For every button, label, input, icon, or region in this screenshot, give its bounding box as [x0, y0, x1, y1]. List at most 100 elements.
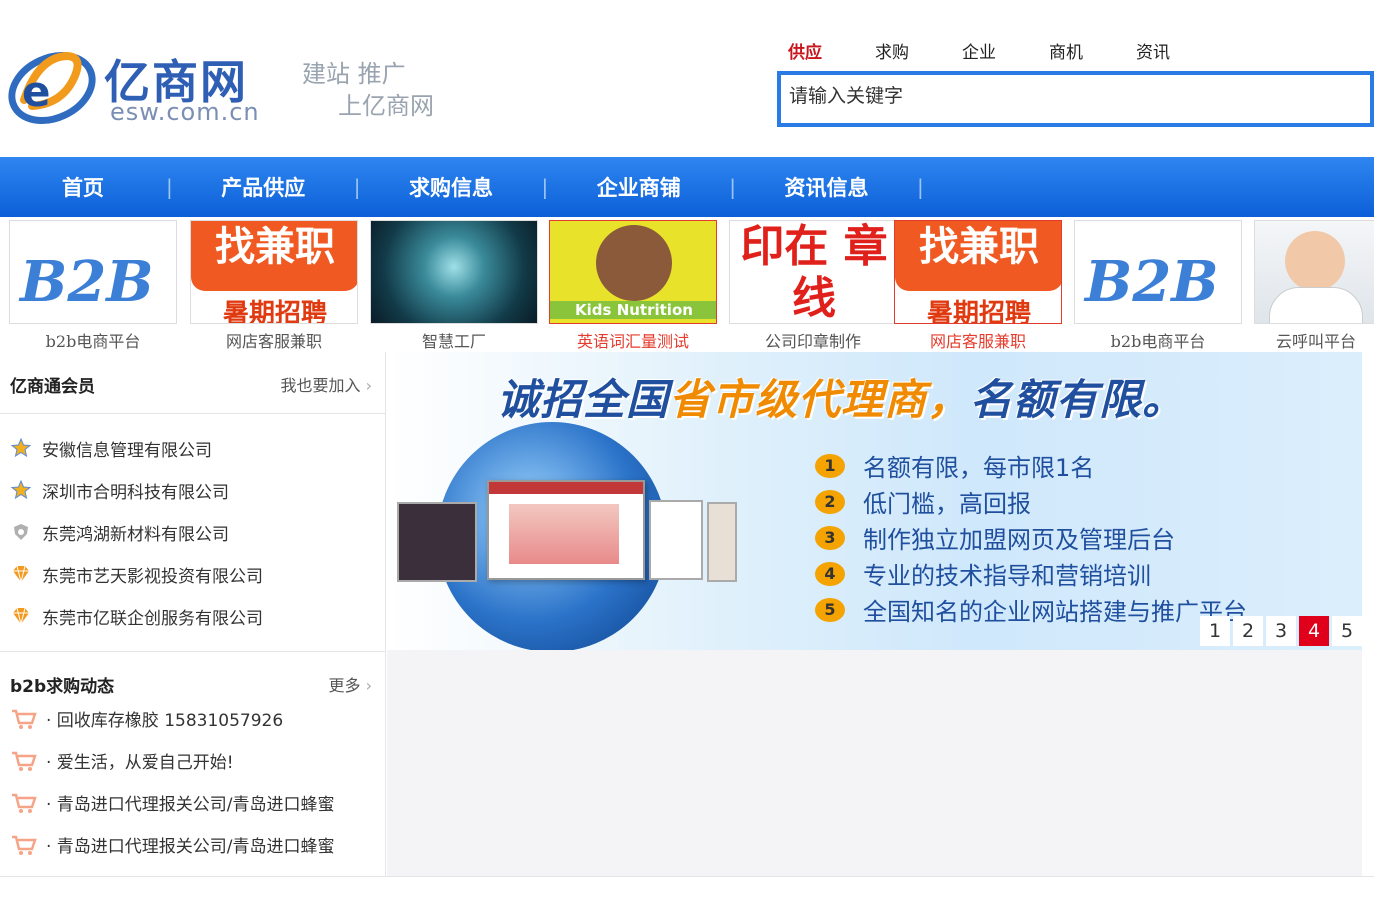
thumb-image-job: 找兼职 暑期招聘: [894, 220, 1062, 324]
nav-purchase[interactable]: 求购信息: [361, 172, 542, 202]
bullet-text: 制作独立加盟网页及管理后台: [863, 526, 1175, 554]
pager-page-5[interactable]: 5: [1332, 616, 1362, 646]
thumb-caption: 网店客服兼职: [225, 332, 322, 351]
nav-home[interactable]: 首页: [0, 172, 166, 202]
website-screenshot-image: [649, 500, 703, 580]
sidebar: 亿商通会员 我也要加入 › 安徽信息管理有限公司 深圳市合明科技有限公司 东莞鸿…: [0, 352, 386, 877]
search-tab-purchase[interactable]: 求购: [875, 38, 962, 63]
banner-bullet: 1 名额有限，每市限1名: [815, 448, 1094, 483]
content-placeholder: [387, 650, 1362, 877]
purchase-text: · 爱生活，从爱自己开始!: [46, 753, 234, 773]
thumb-text: Kids Nutrition: [550, 301, 716, 319]
thumb-caption: b2b电商平台: [1110, 332, 1206, 351]
slogan-line-1: 建站 推广: [302, 60, 406, 88]
bullet-text: 专业的技术指导和营销培训: [863, 562, 1151, 590]
logo-domain: esw.com.cn: [110, 98, 260, 126]
banner-bullet: 3 制作独立加盟网页及管理后台: [815, 520, 1175, 555]
banner-bullet: 4 专业的技术指导和营销培训: [815, 556, 1151, 591]
thumb-item[interactable]: Kids Nutrition 英语词汇量测试: [549, 220, 717, 351]
purchase-item[interactable]: · 青岛进口代理报关公司/青岛进口蜂蜜: [10, 832, 335, 857]
nav-separator: |: [353, 175, 361, 199]
purchase-text: · 青岛进口代理报关公司/青岛进口蜂蜜: [46, 837, 335, 857]
more-link[interactable]: 更多 ›: [328, 672, 372, 696]
diamond-icon: [13, 565, 29, 583]
thumb-image-job: 找兼职 暑期招聘: [190, 220, 358, 324]
thumb-item[interactable]: B2B b2b电商平台: [9, 220, 177, 351]
thumb-item[interactable]: 云呼叫平台: [1254, 220, 1374, 350]
bullet-text: 名额有限，每市限1名: [863, 454, 1095, 482]
divider: [0, 876, 1374, 877]
member-name: 安徽信息管理有限公司: [42, 440, 212, 461]
search-tab-opportunity[interactable]: 商机: [1049, 38, 1136, 63]
members-title: 亿商通会员: [10, 377, 95, 397]
shopping-cart-icon: [12, 835, 37, 855]
purchase-text: · 回收库存橡胶 15831057926: [46, 711, 284, 731]
operator-body-icon: [1269, 287, 1363, 323]
gold-medal-icon: [10, 437, 32, 458]
screenshot-hero: [509, 504, 619, 564]
pager-page-1[interactable]: 1: [1200, 616, 1230, 646]
thumb-subtext: 暑期招聘: [222, 299, 327, 324]
search-input[interactable]: [789, 80, 1349, 114]
shopping-cart-icon: [12, 793, 37, 813]
thumb-text: 印在 章线: [740, 221, 888, 324]
nav-shops[interactable]: 企业商铺: [548, 172, 729, 202]
thumb-text: B2B: [20, 249, 154, 315]
more-label: 更多: [328, 676, 361, 695]
thumb-item[interactable]: 找兼职 暑期招聘 网店客服兼职: [894, 220, 1062, 351]
chevron-right-icon: ›: [365, 376, 372, 395]
site-logo[interactable]: e 亿商网 esw.com.cn: [4, 38, 264, 128]
thumb-image-stamp: 印在 章线: [729, 220, 897, 324]
operator-face-icon: [1285, 231, 1345, 291]
thumb-image-kids: Kids Nutrition: [549, 220, 717, 324]
bullet-number: 1: [815, 453, 845, 478]
member-item[interactable]: 深圳市合明科技有限公司: [10, 475, 229, 505]
main-nav: 首页 | 产品供应 | 求购信息 | 企业商铺 | 资讯信息 |: [0, 157, 1374, 217]
purchase-item[interactable]: · 回收库存橡胶 15831057926: [10, 706, 283, 731]
purchase-item[interactable]: · 青岛进口代理报关公司/青岛进口蜂蜜: [10, 790, 335, 815]
search-tab-news[interactable]: 资讯: [1136, 38, 1223, 63]
bullet-number: 2: [815, 489, 845, 514]
member-item[interactable]: 安徽信息管理有限公司: [10, 433, 212, 463]
search-tab-supply[interactable]: 供应: [788, 38, 875, 63]
thumb-text: B2B: [1085, 249, 1219, 315]
join-link[interactable]: 我也要加入 ›: [280, 372, 372, 396]
pager-page-4[interactable]: 4: [1299, 616, 1329, 646]
purchase-item[interactable]: · 爱生活，从爱自己开始!: [10, 748, 234, 773]
thumb-caption: 网店客服兼职: [929, 332, 1026, 351]
nav-news[interactable]: 资讯信息: [736, 172, 917, 202]
nav-separator: |: [917, 175, 924, 199]
banner-pager: 1 2 3 4 5: [1197, 616, 1362, 646]
pager-page-3[interactable]: 3: [1266, 616, 1296, 646]
nav-products[interactable]: 产品供应: [173, 172, 354, 202]
thumb-item[interactable]: B2B b2b电商平台: [1074, 220, 1242, 351]
promo-banner[interactable]: 诚招全国省市级代理商，名额有限。 1 名额有限，每市限1名 2 低门槛，高回报 3制…: [387, 352, 1362, 650]
search-tab-company[interactable]: 企业: [962, 38, 1049, 63]
bullet-number: 4: [815, 561, 845, 586]
thumb-image-b2b: B2B: [9, 220, 177, 324]
member-name: 深圳市合明科技有限公司: [42, 482, 229, 503]
banner-title: 诚招全国省市级代理商，名额有限。: [497, 366, 1185, 427]
search-tabs: 供应 求购 企业 商机 资讯: [788, 38, 1223, 63]
svg-text:e: e: [22, 67, 51, 116]
website-screenshot-image: [707, 502, 737, 582]
pager-page-2[interactable]: 2: [1233, 616, 1263, 646]
thumb-item[interactable]: 找兼职 暑期招聘 网店客服兼职: [190, 220, 358, 351]
thumb-text: 找兼职: [191, 221, 357, 291]
bullet-number: 3: [815, 525, 845, 550]
thumb-item[interactable]: 智慧工厂: [370, 220, 538, 351]
thumb-text: 找兼职: [895, 221, 1061, 291]
bullet-number: 5: [815, 597, 845, 622]
member-item[interactable]: 东莞市亿联企创服务有限公司: [10, 601, 263, 631]
member-name: 东莞市亿联企创服务有限公司: [42, 608, 263, 629]
member-name: 东莞市艺天影视投资有限公司: [42, 566, 263, 587]
member-item[interactable]: 东莞鸿湖新材料有限公司: [10, 517, 229, 547]
thumb-item[interactable]: 印在 章线 公司印章制作: [729, 220, 897, 351]
banner-title-part: 名额有限。: [970, 375, 1186, 424]
shopping-cart-icon: [12, 751, 37, 771]
website-screenshot-image: [397, 502, 477, 582]
purchases-header: b2b求购动态 更多 ›: [0, 651, 386, 701]
member-item[interactable]: 东莞市艺天影视投资有限公司: [10, 559, 263, 589]
search-box: [777, 71, 1374, 127]
thumb-image-callcenter: [1254, 220, 1374, 324]
